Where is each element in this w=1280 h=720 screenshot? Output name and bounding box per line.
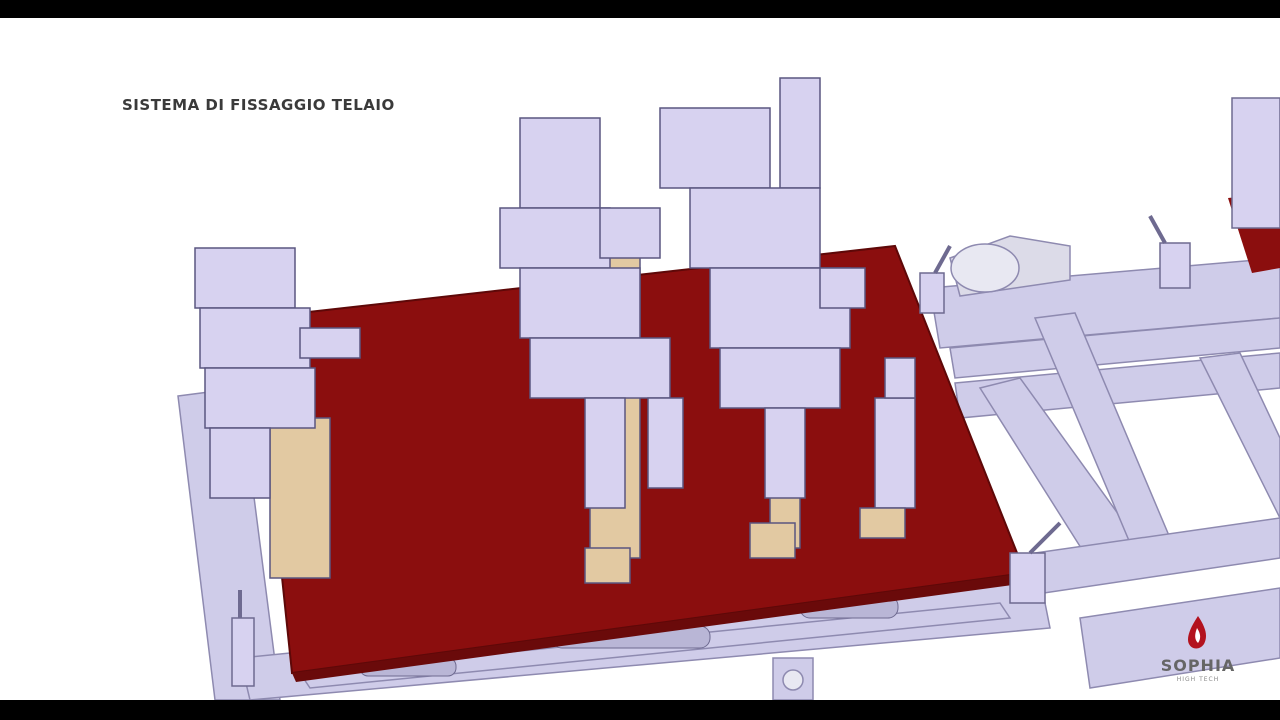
logo-name: SOPHIA — [1160, 656, 1236, 675]
video-caption: SISTEMA DI FISSAGGIO TELAIO — [122, 96, 395, 114]
video-frame: SISTEMA DI FISSAGGIO TELAIO SOPHIA HIGH … — [0, 0, 1280, 720]
logo-tagline: HIGH TECH — [1176, 676, 1220, 683]
sophia-logo: SOPHIA HIGH TECH — [1150, 614, 1246, 700]
cad-render — [177, 77, 1280, 700]
cad-viewport: SISTEMA DI FISSAGGIO TELAIO SOPHIA HIGH … — [0, 18, 1280, 700]
